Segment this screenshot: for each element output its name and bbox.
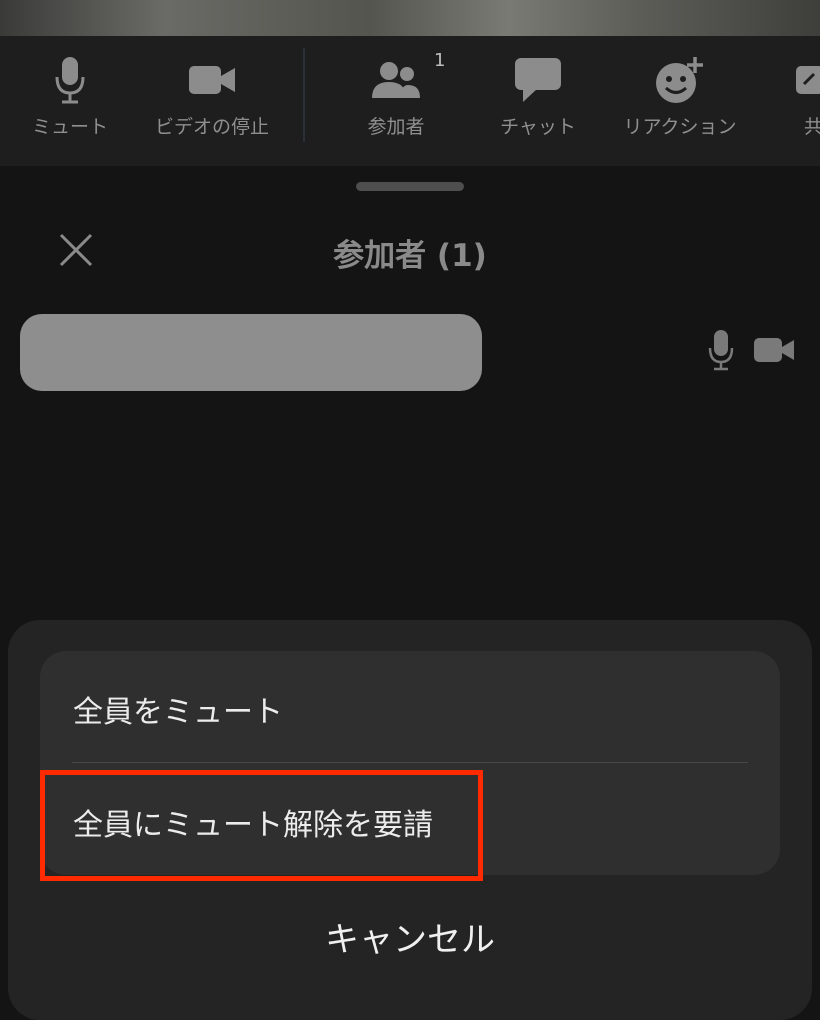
share-icon [790,54,820,106]
mute-button[interactable]: ミュート [20,36,120,166]
option-divider [72,762,748,763]
participants-label: 参加者 [367,116,425,138]
participants-icon: 1 [370,50,445,106]
chat-button[interactable]: チャット [488,36,588,166]
chat-bubble-icon [513,54,563,106]
highlight-annotation-box [40,770,483,881]
share-label: 共 [804,116,820,138]
reactions-label: リアクション [623,116,737,138]
meeting-toolbar: ミュート ビデオの停止 1 参加者 チャット リアクション 共 [0,36,820,166]
stop-video-label: ビデオの停止 [154,116,269,138]
reactions-button[interactable]: リアクション [618,36,742,166]
panel-title: 参加者 (1) [333,238,487,274]
microphone-icon [53,54,87,106]
participants-button[interactable]: 1 参加者 [346,36,446,166]
drag-handle[interactable] [356,182,464,191]
stop-video-button[interactable]: ビデオの停止 [150,36,274,166]
participants-count-badge: 1 [434,50,446,71]
video-preview-strip [0,0,820,36]
participant-video-camera-icon[interactable] [752,336,796,368]
chat-label: チャット [500,116,576,138]
cancel-button[interactable]: キャンセル [0,912,820,961]
share-button[interactable]: 共 [790,36,820,166]
emoji-add-icon [653,54,707,106]
video-camera-icon [187,54,237,106]
toolbar-divider [303,48,305,142]
mute-all-option[interactable]: 全員をミュート [73,687,283,731]
participant-name-redacted[interactable] [20,314,482,391]
participant-microphone-icon[interactable] [708,328,734,376]
mute-label: ミュート [31,116,108,138]
